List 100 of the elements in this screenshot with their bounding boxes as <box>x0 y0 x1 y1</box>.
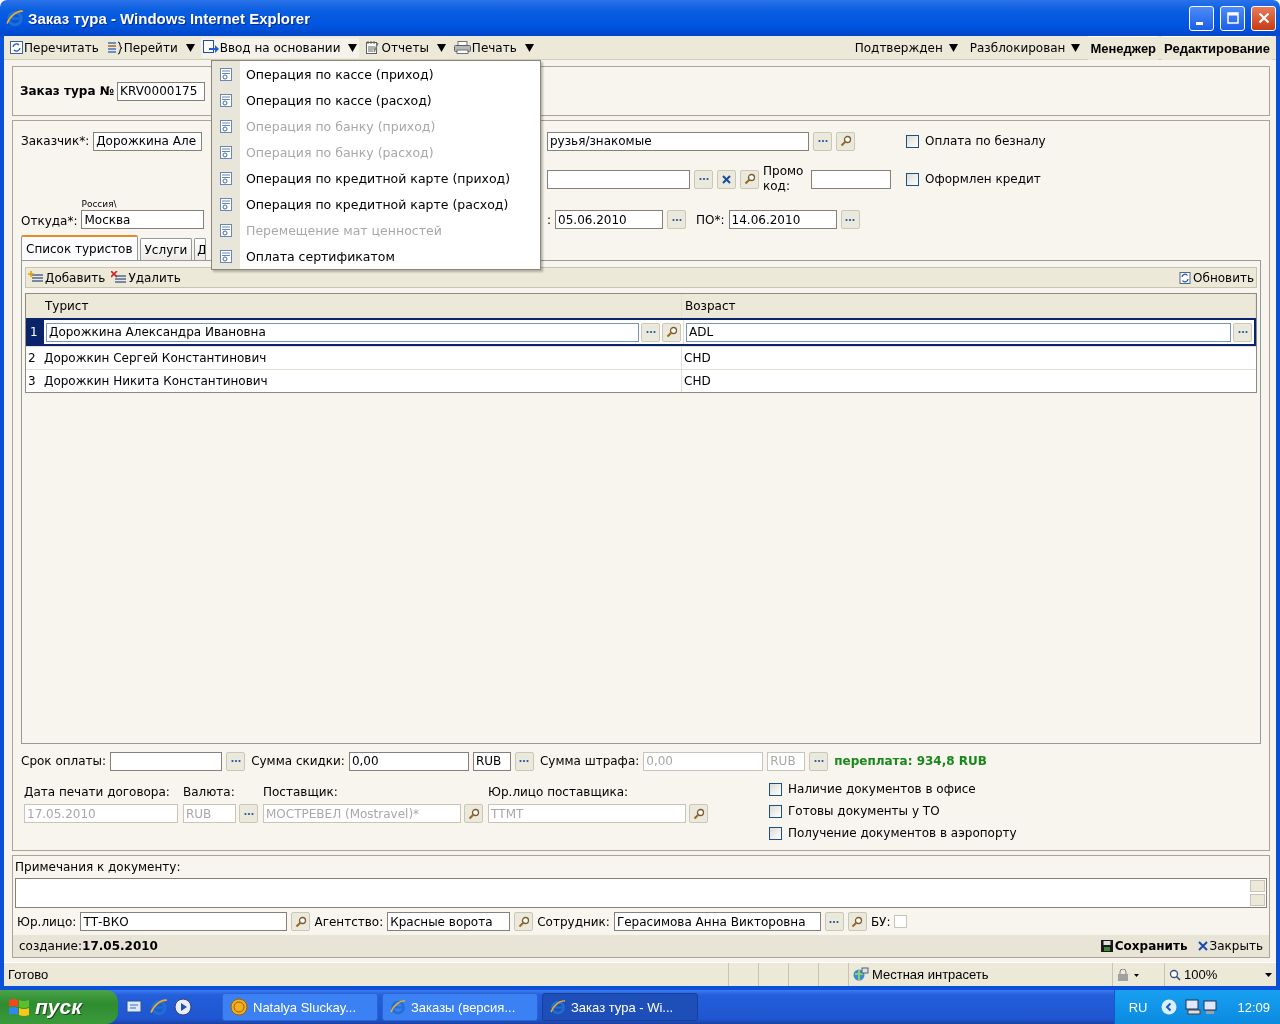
field-label: Откуда*: <box>21 214 78 228</box>
search-button[interactable] <box>514 912 534 931</box>
checkbox-label: Наличие документов в офисе <box>788 782 976 796</box>
form-icon <box>220 67 232 81</box>
table-row[interactable]: 2 Дорожкин Сергей Константинович CHD <box>26 346 1256 369</box>
tab[interactable]: Услуги <box>139 238 193 260</box>
search-button[interactable] <box>689 804 708 823</box>
input-field[interactable] <box>110 751 223 771</box>
input-field[interactable]: KRV0000175 <box>117 81 206 101</box>
input-field[interactable]: 05.06.2010 <box>555 210 664 229</box>
clear-button[interactable] <box>717 169 736 189</box>
checkbox-label: Получение документов в аэропорту <box>788 826 1017 840</box>
list-icon <box>106 40 123 55</box>
checkbox[interactable] <box>769 826 782 840</box>
menu-item[interactable]: Операция по кассе (расход) <box>212 87 540 113</box>
close-button[interactable] <box>1251 5 1276 31</box>
expand-tray-icon[interactable] <box>1161 999 1178 1015</box>
menu-item[interactable]: Операция по кредитной карте (расход) <box>212 191 540 217</box>
checkbox[interactable] <box>769 782 782 796</box>
add-row-icon <box>28 271 44 284</box>
checkbox[interactable] <box>906 172 919 186</box>
input-field[interactable]: ADL <box>686 322 1231 342</box>
table-row[interactable]: 3 Дорожкин Никита Константинович CHD <box>26 369 1256 392</box>
taskbar-button[interactable]: Natalya Sluckay... <box>222 993 378 1021</box>
input-field[interactable]: 0,00 <box>348 751 469 771</box>
ellipsis-icon <box>845 217 856 222</box>
coin-icon <box>230 998 248 1016</box>
close-icon <box>1197 941 1208 951</box>
ellipsis-icon <box>698 177 709 181</box>
browser-icon <box>390 999 406 1015</box>
field-label: Заказчик*: <box>21 134 90 148</box>
checkbox[interactable] <box>894 915 908 928</box>
refresh-icon <box>1178 270 1193 285</box>
refresh-button[interactable]: Обновить <box>1178 270 1254 285</box>
toolbar-menu[interactable]: Перечитать <box>8 37 101 58</box>
refresh-icon <box>10 41 23 54</box>
form-icon <box>220 93 232 107</box>
input-field[interactable] <box>811 169 891 189</box>
caret-icon <box>948 43 958 52</box>
tab[interactable]: Д <box>194 238 207 260</box>
start-button[interactable]: пуск <box>0 990 118 1024</box>
checkbox[interactable] <box>906 134 919 148</box>
input-field[interactable]: Дорожкина Але <box>93 131 203 151</box>
input-field[interactable]: Герасимова Анна Викторовна <box>613 912 821 931</box>
desktop-icon[interactable] <box>126 998 144 1016</box>
status-menu[interactable]: Подтвержден <box>850 40 962 55</box>
tab[interactable]: Список туристов <box>21 235 138 260</box>
search-button[interactable] <box>740 169 759 189</box>
save-button[interactable]: Сохранить <box>1100 939 1188 953</box>
media-player-icon[interactable] <box>174 998 192 1016</box>
row-number: 3 <box>27 373 37 390</box>
toolbar-menu[interactable]: Ввод на основании <box>200 37 360 58</box>
ellipsis-icon <box>645 330 656 334</box>
field-label: Поставщик: <box>263 785 339 799</box>
maximize-button[interactable] <box>1220 5 1245 31</box>
input-field[interactable]: 14.06.2010 <box>728 210 837 229</box>
input-field[interactable]: рузья/знакомые <box>547 131 809 151</box>
ellipsis-icon <box>243 811 254 816</box>
minimize-button[interactable] <box>1189 5 1214 31</box>
close-form-button[interactable]: Закрыть <box>1197 939 1263 953</box>
ellipsis-button[interactable] <box>667 210 687 229</box>
document-arrow-icon <box>202 40 219 55</box>
menu-item[interactable]: Операция по кассе (приход) <box>212 61 540 87</box>
table-row[interactable]: 1 Дорожкина Александра Ивановна ADL <box>26 318 1256 346</box>
checkbox[interactable] <box>769 804 782 818</box>
ellipsis-button[interactable] <box>824 912 844 931</box>
input-field[interactable]: Красные ворота <box>387 912 511 931</box>
ellipsis-button[interactable] <box>641 322 660 342</box>
search-button[interactable] <box>836 131 855 151</box>
status-menu[interactable]: Разблокирован <box>965 40 1085 55</box>
toolbar-menu[interactable]: Перейти <box>104 37 197 58</box>
input-field[interactable]: Дорожкина Александра Ивановна <box>46 322 639 342</box>
network-tray-icon[interactable] <box>1185 998 1220 1016</box>
clock: 12:09 <box>1237 999 1270 1015</box>
toolbar-menu[interactable]: Отчеты <box>363 37 448 58</box>
field-label: Агентство: <box>314 914 384 929</box>
input-field[interactable]: Москва <box>81 210 205 229</box>
menu-item[interactable]: Оплата сертификатом <box>212 243 540 269</box>
ellipsis-button[interactable] <box>239 804 258 823</box>
ellipsis-button[interactable] <box>840 210 860 229</box>
search-button[interactable] <box>291 912 311 931</box>
toolbar-button[interactable]: Добавить <box>28 270 106 285</box>
form-icon <box>220 145 232 159</box>
field-label: Сумма скидки: <box>251 754 345 768</box>
search-button[interactable] <box>464 804 483 823</box>
ellipsis-button[interactable] <box>1233 322 1252 342</box>
input-field[interactable] <box>547 169 690 189</box>
search-button[interactable] <box>847 912 867 931</box>
taskbar-button[interactable]: Заказы (версия... <box>382 993 538 1021</box>
input-field[interactable]: ТТ-ВКО <box>80 912 288 931</box>
lock-icon <box>1117 968 1141 981</box>
ellipsis-button[interactable] <box>813 131 832 151</box>
taskbar-button[interactable]: Заказ тура - Wi... <box>542 993 698 1021</box>
floppy-icon <box>1100 940 1113 952</box>
toolbar-button[interactable]: Удалить <box>111 270 181 285</box>
toolbar-menu[interactable]: Печать <box>451 37 536 58</box>
input-field[interactable]: RUB <box>472 751 511 771</box>
search-button[interactable] <box>662 322 681 342</box>
menu-item[interactable]: Операция по кредитной карте (приход) <box>212 165 540 191</box>
field-label: ПО*: <box>696 212 725 227</box>
